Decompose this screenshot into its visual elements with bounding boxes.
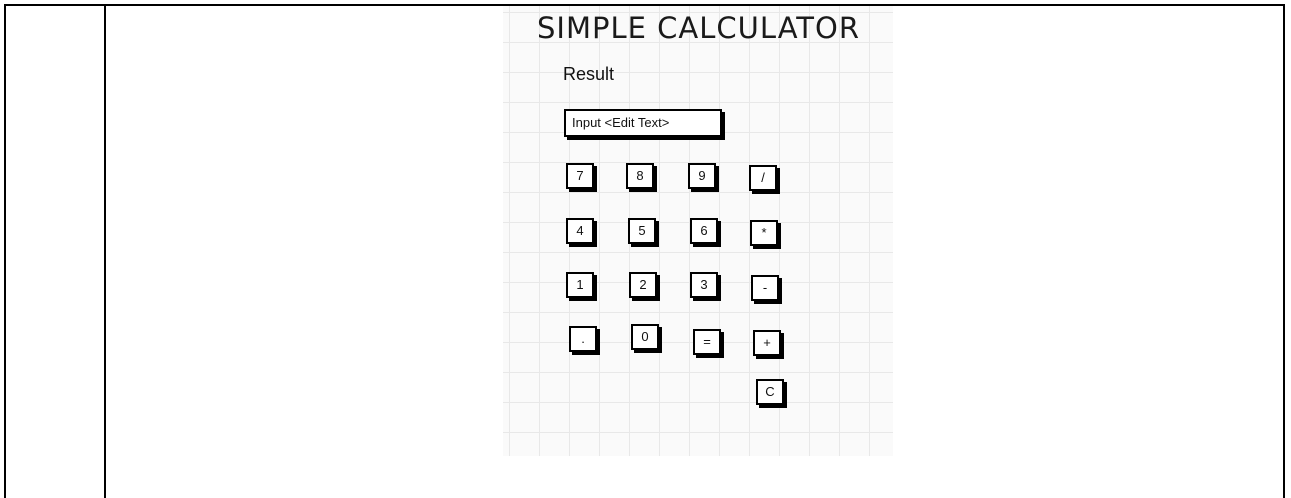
key-3[interactable]: 3 [690,272,718,298]
key-9[interactable]: 9 [688,163,716,189]
key-minus[interactable]: - [751,275,779,301]
calculator-wireframe: SIMPLE CALCULATOR Result Input <Edit Tex… [503,6,893,456]
mockup-title: SIMPLE CALCULATOR [537,11,860,45]
column-divider [104,6,106,498]
key-clear[interactable]: C [756,379,784,405]
input-field[interactable]: Input <Edit Text> [564,109,722,137]
page: SIMPLE CALCULATOR Result Input <Edit Tex… [0,0,1291,498]
result-label: Result [563,64,615,84]
key-2[interactable]: 2 [629,272,657,298]
key-0[interactable]: 0 [631,324,659,350]
key-multiply[interactable]: * [750,220,778,246]
key-5[interactable]: 5 [628,218,656,244]
key-equals[interactable]: = [693,329,721,355]
key-1[interactable]: 1 [566,272,594,298]
key-decimal[interactable]: . [569,326,597,352]
key-divide[interactable]: / [749,165,777,191]
key-plus[interactable]: + [753,330,781,356]
key-6[interactable]: 6 [690,218,718,244]
key-7[interactable]: 7 [566,163,594,189]
key-8[interactable]: 8 [626,163,654,189]
key-4[interactable]: 4 [566,218,594,244]
